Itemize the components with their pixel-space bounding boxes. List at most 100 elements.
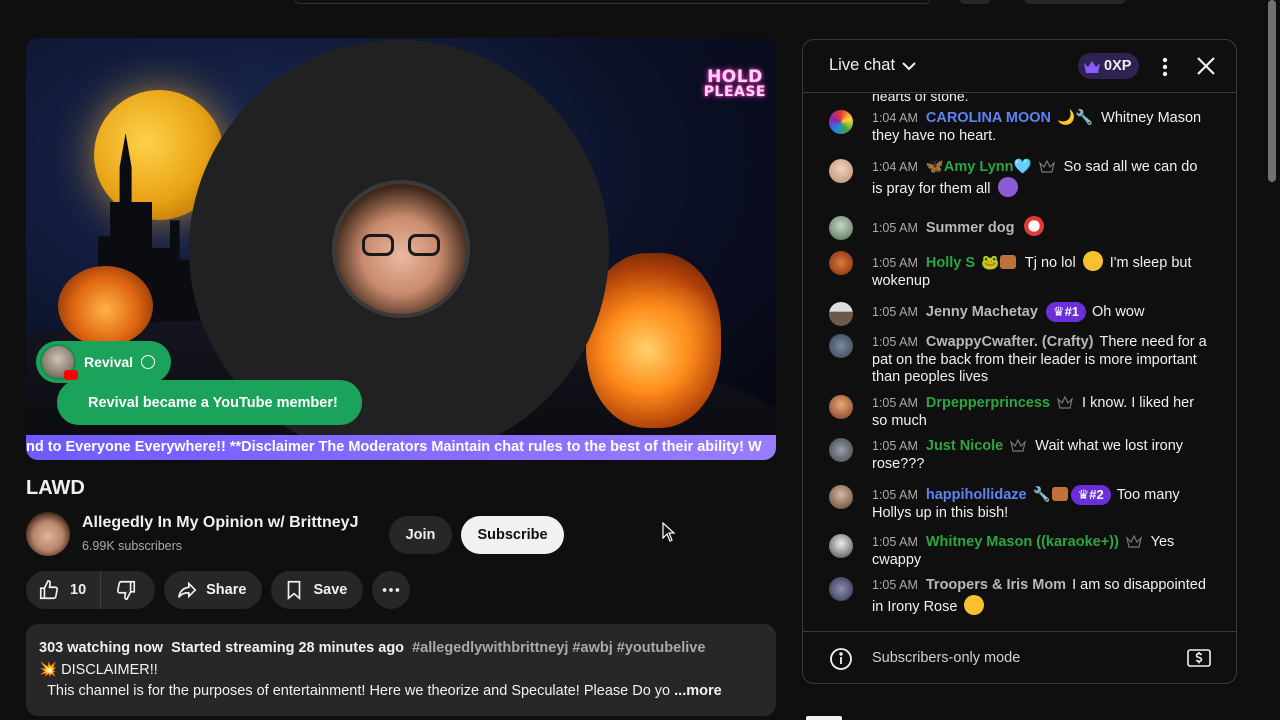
- chat-message[interactable]: 1:04 AM 🦋Amy Lynn🩵 So sad all we can do i…: [829, 159, 1209, 198]
- chat-avatar: [829, 159, 853, 183]
- member-badge-icon: [1051, 487, 1068, 501]
- message-author[interactable]: Drpepperprincess: [926, 395, 1050, 411]
- frog-emoji-icon: 🐸: [981, 255, 1000, 271]
- member-avatar: [40, 344, 78, 380]
- pumpkin-artwork: [58, 266, 153, 346]
- glow-artwork: [636, 288, 726, 358]
- message-author[interactable]: happihollidaze: [926, 487, 1027, 503]
- message-time: 1:05 AM: [872, 396, 918, 410]
- save-button[interactable]: Save: [271, 571, 364, 609]
- subscribers-only-mode-label: Subscribers-only mode: [872, 650, 1021, 666]
- chat-avatar: [829, 395, 853, 419]
- clown-emoji-icon: [1023, 216, 1044, 236]
- message-time: 1:04 AM: [872, 160, 918, 174]
- host-avatar: [332, 180, 470, 318]
- crown-badge-icon: [1125, 534, 1142, 548]
- save-label: Save: [313, 582, 348, 598]
- bookmark-icon: [288, 580, 301, 601]
- message-author[interactable]: Just Nicole: [926, 438, 1003, 454]
- xp-value: 0XP: [1104, 58, 1132, 74]
- disclaimer-text: DISCLAIMER!!: [61, 661, 158, 678]
- top-gifter-badge: ♛#2: [1070, 485, 1111, 505]
- message-time: 1:05 AM: [872, 535, 918, 549]
- message-text: Wait what we lost irony rose???: [872, 438, 1184, 472]
- thumbs-up-icon: [39, 580, 59, 600]
- message-time: 1:05 AM: [872, 488, 918, 502]
- more-actions-button[interactable]: [372, 571, 411, 609]
- description-line-2: 💥 DISCLAIMER!!: [39, 660, 763, 682]
- search-box-edge[interactable]: [295, 0, 930, 4]
- hashtags[interactable]: #allegedlywithbrittneyj #awbj #youtubeli…: [412, 640, 705, 656]
- message-time: 1:05 AM: [872, 335, 918, 349]
- description-box[interactable]: 303 watching now Started streaming 28 mi…: [26, 624, 776, 716]
- page-scrollbar[interactable]: [1268, 0, 1276, 182]
- channel-name[interactable]: Allegedly In My Opinion w/ BrittneyJ: [82, 514, 358, 532]
- subscriber-count: 6.99K subscribers: [82, 539, 183, 553]
- explosion-icon: 💥: [39, 661, 58, 678]
- chat-avatar: [829, 534, 853, 558]
- like-dislike-group: 10: [26, 571, 156, 609]
- message-time: 1:05 AM: [872, 305, 918, 319]
- chat-mode-dropdown[interactable]: Live chat: [829, 56, 917, 75]
- message-author[interactable]: Holly S: [926, 255, 975, 271]
- mouse-cursor-icon: [662, 522, 676, 542]
- join-button[interactable]: Join: [389, 516, 452, 554]
- more-vertical-icon[interactable]: [1155, 55, 1175, 79]
- chat-avatar: [829, 485, 853, 509]
- membership-chip: Revival: [36, 341, 172, 383]
- close-icon[interactable]: [1195, 55, 1217, 77]
- message-author[interactable]: Troopers & Iris Mom: [926, 577, 1066, 593]
- share-button[interactable]: Share: [164, 571, 263, 609]
- description-text: This channel is for the purposes of ente…: [47, 683, 671, 699]
- subscribe-button[interactable]: Subscribe: [461, 516, 564, 554]
- chat-message[interactable]: 1:05 AM CwappyCwafter. (Crafty) There need…: [829, 334, 1209, 387]
- chat-message[interactable]: 1:05 AM Jenny Machetay ♛#1 Oh wow: [829, 302, 1209, 326]
- chat-avatar: [829, 251, 853, 275]
- info-icon[interactable]: [829, 647, 853, 671]
- like-button[interactable]: 10: [26, 571, 102, 609]
- chat-message[interactable]: 1:05 AM Holly S 🐸 Tj no lol I'm sleep but …: [829, 251, 1209, 290]
- message-author[interactable]: 🦋Amy Lynn🩵: [926, 159, 1032, 175]
- topbar-button-edge[interactable]: [960, 0, 990, 4]
- channel-avatar[interactable]: [26, 512, 70, 556]
- message-time: 1:05 AM: [872, 256, 918, 270]
- chat-messages[interactable]: hearts of stone. 1:04 AM CAROLINA MOON 🌙🔧 …: [803, 94, 1236, 630]
- like-count: 10: [70, 582, 87, 598]
- chat-message[interactable]: 1:04 AM CAROLINA MOON 🌙🔧 Whitney Mason the…: [829, 110, 1209, 145]
- crown-badge-icon: [1010, 438, 1027, 452]
- shrug-emoji-icon: [997, 176, 1018, 197]
- member-name: Revival: [84, 354, 134, 370]
- show-more-link[interactable]: ...more: [674, 683, 722, 699]
- message-author[interactable]: Summer dog: [926, 220, 1015, 236]
- topbar-button-edge[interactable]: [1025, 0, 1125, 4]
- chat-message[interactable]: 1:05 AM happihollidaze 🔧 ♛#2 Too many Hollys…: [829, 485, 1209, 522]
- message-author[interactable]: Whitney Mason ((karaoke+)): [926, 534, 1119, 550]
- live-chat-panel: Live chat 0XP hearts of stone. 1:04 AM CA…: [802, 39, 1237, 684]
- chat-message[interactable]: 1:05 AM Troopers & Iris Mom I am so disapp…: [829, 577, 1209, 616]
- chat-message[interactable]: 1:05 AM Just Nicole Wait what we lost iro…: [829, 438, 1209, 473]
- message-author[interactable]: CAROLINA MOON: [926, 110, 1051, 126]
- xp-badge[interactable]: 0XP: [1078, 53, 1140, 79]
- message-time: 1:05 AM: [872, 221, 918, 235]
- message-author[interactable]: CwappyCwafter. (Crafty): [926, 334, 1094, 350]
- chat-message[interactable]: 1:05 AM Drpepperprincess I know. I liked …: [829, 395, 1209, 430]
- chat-message[interactable]: 1:05 AM Summer dog: [829, 216, 1209, 240]
- video-player[interactable]: HOLD PLEASE Revival became a YouTube mem…: [26, 38, 776, 460]
- chat-avatar: [829, 302, 853, 326]
- crown-icon: [1084, 60, 1100, 73]
- membership-alert-text: Revival became a YouTube member!: [88, 394, 338, 411]
- please-text: PLEASE: [703, 83, 766, 100]
- verified-check-icon: [141, 355, 156, 369]
- super-chat-dollar-icon[interactable]: [1187, 648, 1211, 668]
- chat-title: Live chat: [829, 56, 896, 74]
- chat-message[interactable]: 1:05 AM Whitney Mason ((karaoke+)) Yes cw…: [829, 534, 1209, 569]
- stream-start-time: Started streaming 28 minutes ago: [171, 640, 405, 656]
- youtube-badge-icon: [64, 370, 78, 380]
- message-time: 1:04 AM: [872, 111, 918, 125]
- previous-message-fragment: hearts of stone.: [872, 94, 969, 104]
- message-author[interactable]: Jenny Machetay: [926, 304, 1038, 320]
- dislike-button[interactable]: [101, 571, 155, 609]
- crown-badge-icon: [1038, 159, 1055, 173]
- silly-face-emoji-icon: [1082, 251, 1103, 271]
- related-chip-edge[interactable]: [806, 716, 842, 720]
